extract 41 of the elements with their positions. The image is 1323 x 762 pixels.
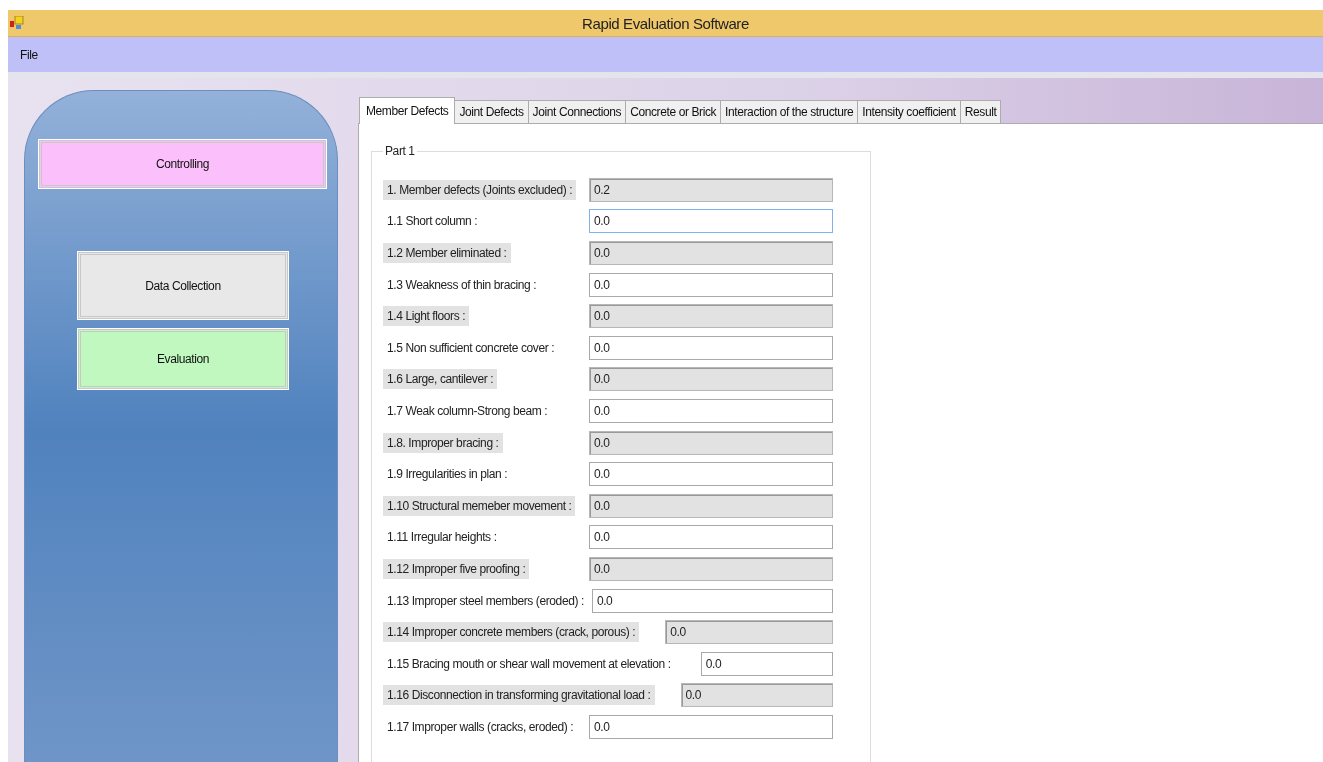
tab[interactable]: Interaction of the structure	[720, 100, 859, 123]
field-label: 1.2 Member eliminated :	[383, 243, 511, 263]
field-label: 1. Member defects (Joints excluded) :	[383, 179, 577, 200]
field-label: 1.13 Improper steel members (eroded) :	[386, 592, 585, 610]
menu-item[interactable]: File	[14, 45, 44, 64]
field-label: 1.11 Irregular heights :	[386, 529, 498, 547]
field-label: 1.3 Weakness of thin bracing :	[386, 276, 538, 294]
nav-button[interactable]: Data Collection	[78, 252, 288, 319]
value-field[interactable]: 0.0	[589, 462, 833, 487]
field-label: 1.7 Weak column-Strong beam :	[386, 402, 549, 420]
value-field[interactable]: 0.0	[589, 335, 833, 360]
field-label: 1.14 Improper concrete members (crack, porous) :	[383, 622, 640, 643]
field-label: 1.16 Disconnection in transforming gravitational load :	[383, 685, 655, 706]
field-label: 1.5 Non sufficient concrete cover :	[386, 339, 556, 357]
value-field[interactable]: 0.0	[589, 209, 833, 234]
field-label: 1.8. Improper bracing :	[383, 432, 503, 453]
value-field[interactable]: 0.0	[591, 588, 833, 613]
nav-button[interactable]: Controlling	[39, 140, 326, 188]
field-label: 1.15 Bracing mouth or shear wall movement at elevation :	[386, 655, 672, 673]
tab[interactable]: Concrete or Brick	[625, 100, 722, 123]
group-title: Part 1	[384, 144, 416, 158]
tab[interactable]: Joint Defects	[454, 100, 529, 123]
tab[interactable]: Member Defects	[359, 97, 456, 124]
window-title: Rapid Evaluation Software	[581, 14, 750, 32]
app-icon	[10, 16, 24, 30]
tab[interactable]: Joint Connections	[527, 100, 627, 123]
field-label: 1.12 Improper five proofing :	[383, 558, 530, 579]
tab[interactable]: Intensity coefficient	[857, 100, 961, 123]
field-label: 1.6 Large, cantilever :	[383, 369, 498, 390]
value-field[interactable]: 0.0	[589, 714, 833, 739]
value-field[interactable]: 0.0	[589, 272, 833, 297]
field-label: 1.1 Short column :	[386, 213, 479, 231]
value-field[interactable]: 0.0	[589, 398, 833, 423]
field-label: 1.10 Structural memeber movement :	[383, 495, 576, 516]
field-label: 1.17 Improper walls (cracks, eroded) :	[386, 718, 575, 736]
value-field[interactable]: 0.0	[700, 651, 833, 676]
field-label: 1.4 Light floors :	[383, 306, 470, 327]
field-label: 1.9 Irregularities in plan :	[386, 466, 509, 484]
value-field[interactable]: 0.0	[589, 525, 833, 550]
nav-button[interactable]: Evaluation	[78, 329, 288, 389]
tab[interactable]: Result	[959, 100, 1002, 123]
